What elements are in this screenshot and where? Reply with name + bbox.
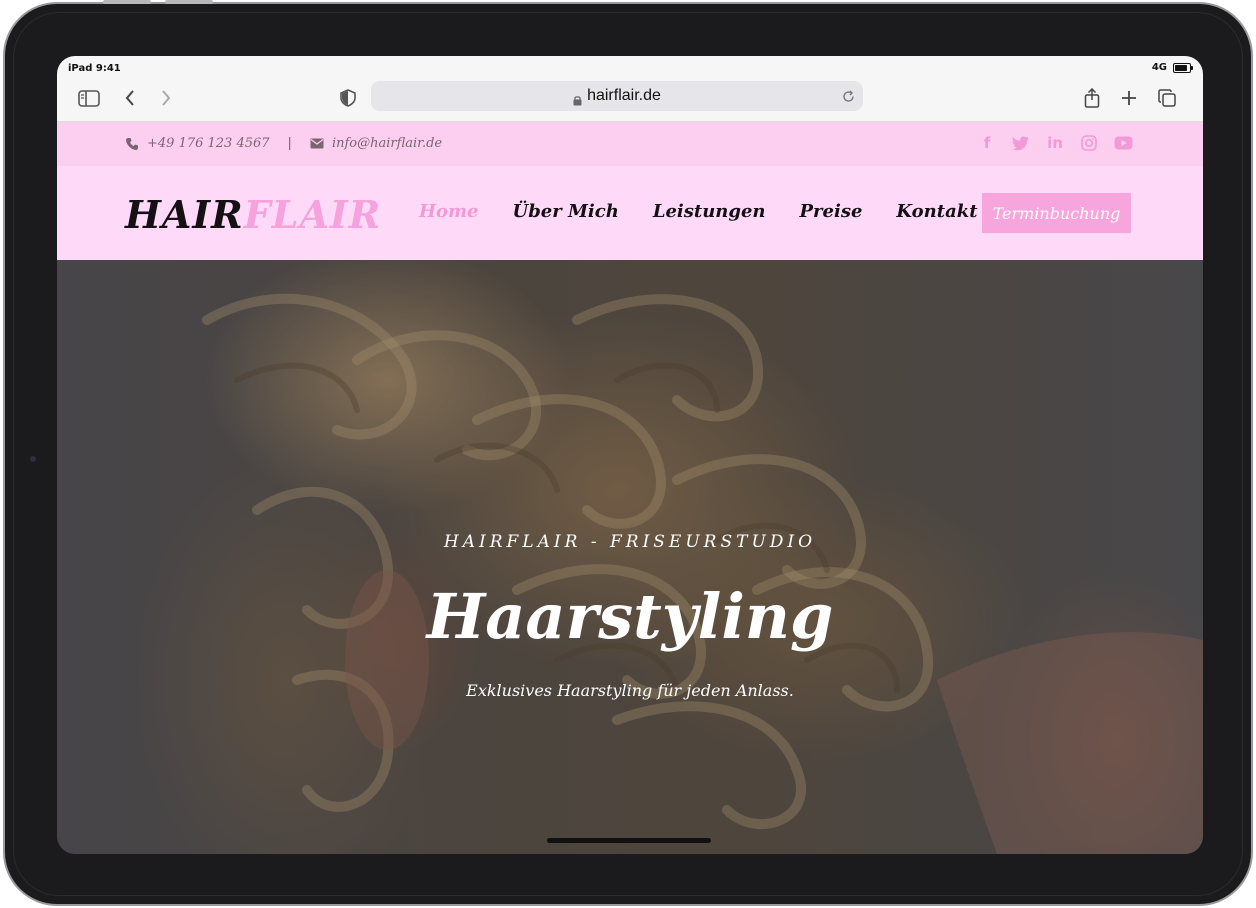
tabs-overview-icon[interactable] bbox=[1153, 84, 1181, 112]
home-indicator[interactable] bbox=[547, 838, 711, 843]
hero-overlay bbox=[57, 260, 1203, 854]
hero-kicker: HAIRFLAIR - FRISEURSTUDIO bbox=[443, 532, 817, 552]
contact-topbar: +49 176 123 4567 | info@hairflair.de f i… bbox=[57, 122, 1203, 166]
share-icon[interactable] bbox=[1078, 84, 1106, 112]
phone-icon bbox=[126, 137, 138, 150]
sidebar-toggle-icon[interactable] bbox=[75, 84, 103, 112]
reload-icon[interactable] bbox=[839, 87, 857, 105]
front-camera bbox=[30, 456, 36, 462]
lock-icon bbox=[573, 91, 582, 106]
hero-tagline: Exklusives Haarstyling für jeden Anlass. bbox=[466, 681, 794, 700]
address-bar[interactable]: hairflair.de bbox=[371, 81, 863, 111]
screen: iPad 9:41 4G hairflair.de +49 176 123 45… bbox=[57, 56, 1203, 854]
youtube-icon[interactable] bbox=[1113, 133, 1133, 153]
new-tab-icon[interactable] bbox=[1115, 84, 1143, 112]
email-icon bbox=[310, 138, 324, 149]
email-address[interactable]: info@hairflair.de bbox=[332, 136, 442, 151]
instagram-icon[interactable] bbox=[1079, 133, 1099, 153]
contact-info: +49 176 123 4567 | info@hairflair.de bbox=[125, 136, 442, 151]
linkedin-icon[interactable]: in bbox=[1045, 133, 1065, 153]
url-text: hairflair.de bbox=[587, 87, 661, 104]
battery-icon bbox=[1173, 62, 1193, 73]
logo-part-hair: HAIR bbox=[125, 192, 244, 237]
facebook-icon[interactable]: f bbox=[977, 133, 997, 153]
hero-section: HAIRFLAIR - FRISEURSTUDIO Haarstyling Ex… bbox=[57, 260, 1203, 854]
phone-number[interactable]: +49 176 123 4567 bbox=[147, 136, 270, 151]
nav-item-leistungen[interactable]: Leistungen bbox=[653, 201, 766, 222]
nav-item-preise[interactable]: Preise bbox=[800, 201, 863, 222]
volume-button bbox=[103, 0, 151, 4]
nav-item-ueber-mich[interactable]: Über Mich bbox=[513, 201, 619, 222]
nav-item-home[interactable]: Home bbox=[419, 201, 479, 222]
status-indicators: 4G bbox=[1151, 62, 1193, 73]
twitter-icon[interactable] bbox=[1011, 133, 1031, 153]
nav-item-kontakt[interactable]: Kontakt bbox=[896, 201, 977, 222]
logo[interactable]: HAIRFLAIR bbox=[125, 192, 381, 237]
hero-headline: Haarstyling bbox=[426, 580, 834, 653]
status-bar: iPad 9:41 4G bbox=[57, 56, 1203, 78]
safari-toolbar: hairflair.de bbox=[57, 78, 1203, 122]
forward-icon[interactable] bbox=[152, 84, 180, 112]
main-navigation: HAIRFLAIR Home Über Mich Leistungen Prei… bbox=[57, 166, 1203, 260]
privacy-shield-icon[interactable] bbox=[334, 84, 362, 112]
network-label: 4G bbox=[1151, 62, 1167, 73]
nav-menu: Home Über Mich Leistungen Preise Kontakt bbox=[419, 201, 978, 222]
logo-part-flair: FLAIR bbox=[243, 192, 382, 237]
social-links: f in bbox=[977, 133, 1133, 153]
contact-separator: | bbox=[287, 136, 292, 151]
status-time: iPad 9:41 bbox=[68, 63, 121, 74]
power-button bbox=[165, 0, 213, 4]
appointment-button[interactable]: Terminbuchung bbox=[982, 193, 1131, 233]
back-icon[interactable] bbox=[116, 84, 144, 112]
